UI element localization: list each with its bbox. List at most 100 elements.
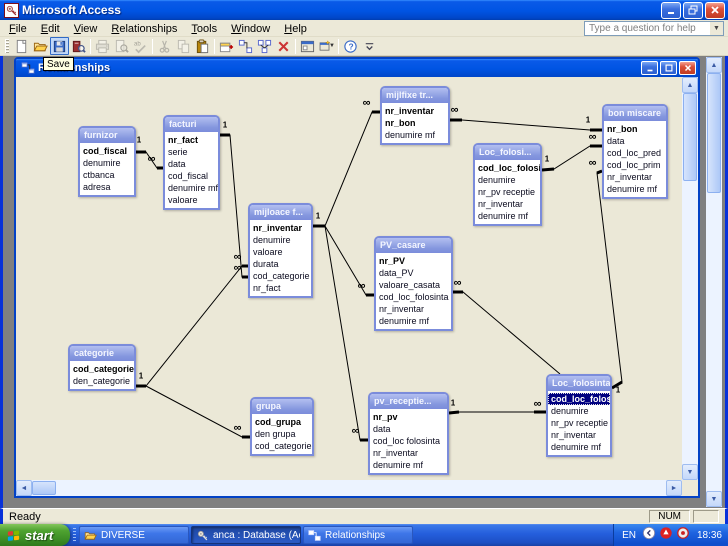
menu-file[interactable]: File	[2, 22, 34, 36]
field-bon_miscare-denumire_mf[interactable]: denumire mf	[604, 183, 666, 195]
table-mijlfixe_tr[interactable]: mijlfixe tr...nr_inventarnr_bondenumire …	[380, 86, 450, 145]
field-grupa-den_grupa[interactable]: den grupa	[252, 428, 312, 440]
relationship-mijloace_fixe-pv_receptie[interactable]	[325, 226, 368, 440]
field-mijlfixe_tr-nr_bon[interactable]: nr_bon	[382, 117, 448, 129]
file-search-button[interactable]	[69, 37, 88, 55]
field-facturi-data[interactable]: data	[165, 158, 218, 170]
field-mijloace_fixe-nr_inventar[interactable]: nr_inventar	[250, 222, 311, 234]
relationship-pv_receptie-loc_folosinta[interactable]	[449, 412, 546, 413]
relationship-mijloace_fixe-mijlfixe_tr[interactable]	[313, 112, 380, 226]
spelling-button[interactable]: ab	[131, 37, 150, 55]
table-loc_folosi_top[interactable]: Loc_folosi...cod_loc_folosintadenumirenr…	[473, 143, 542, 226]
field-pv_receptie-cod_loc_folosinta[interactable]: cod_loc folosinta	[370, 435, 447, 447]
child-minimize-button[interactable]	[641, 61, 658, 75]
field-furnizor-ctbanca[interactable]: ctbanca	[80, 169, 134, 181]
field-pv_receptie-nr_inventar[interactable]: nr_inventar	[370, 447, 447, 459]
field-categorie-cod_categorie[interactable]: cod_categorie	[70, 363, 134, 375]
relationship-categorie-mijloace_fixe[interactable]	[136, 266, 248, 386]
table-pv_casare[interactable]: PV_casarenr_PVdata_PVvaloare_casatacod_l…	[374, 236, 453, 331]
table-title-categorie[interactable]: categorie	[70, 346, 134, 361]
field-loc_folosinta-nr_inventar[interactable]: nr_inventar	[548, 429, 610, 441]
language-indicator[interactable]: EN	[622, 530, 636, 541]
field-loc_folosinta-nr_pv_receptie[interactable]: nr_pv receptie	[548, 417, 610, 429]
scroll-left-icon[interactable]: ◄	[16, 480, 32, 496]
field-mijlfixe_tr-denumire_mf[interactable]: denumire mf	[382, 129, 448, 141]
child-maximize-button[interactable]	[660, 61, 677, 75]
scroll-down-icon[interactable]: ▼	[706, 491, 722, 507]
child-horizontal-scrollbar[interactable]: ◄ ►	[16, 480, 682, 496]
menu-window[interactable]: Window	[224, 22, 277, 36]
help-question-box[interactable]: Type a question for help ▼	[584, 21, 724, 36]
paste-button[interactable]	[193, 37, 212, 55]
field-pv_casare-nr_PV[interactable]: nr_PV	[376, 255, 451, 267]
field-loc_folosi_top-denumire_mf[interactable]: denumire mf	[475, 210, 540, 222]
field-pv_receptie-nr_pv[interactable]: nr_pv	[370, 411, 447, 423]
table-grupa[interactable]: grupacod_grupaden grupacod_categorie	[250, 397, 314, 456]
all-relationships-button[interactable]	[255, 37, 274, 55]
tray-app-red-icon[interactable]	[659, 526, 673, 545]
field-facturi-denumire_mf[interactable]: denumire mf	[165, 182, 218, 194]
field-bon_miscare-data[interactable]: data	[604, 135, 666, 147]
relationship-pv_casare-loc_folosinta[interactable]	[453, 292, 560, 374]
field-mijloace_fixe-cod_categorie[interactable]: cod_categorie	[250, 270, 311, 282]
minimize-button[interactable]	[661, 2, 681, 19]
table-title-facturi[interactable]: facturi	[165, 117, 218, 132]
scroll-up-icon[interactable]: ▲	[706, 57, 722, 73]
start-button[interactable]: start	[0, 524, 70, 546]
relationships-canvas[interactable]: furnizorcod_fiscaldenumirectbancaadresaf…	[16, 77, 682, 480]
cut-button[interactable]	[155, 37, 174, 55]
new-button[interactable]	[12, 37, 31, 55]
table-title-pv_receptie[interactable]: pv_receptie...	[370, 394, 447, 409]
scroll-track[interactable]	[56, 480, 666, 496]
relationships-title-bar[interactable]: Relationships	[16, 59, 698, 77]
field-bon_miscare-cod_loc_prim[interactable]: cod_loc_prim	[604, 159, 666, 171]
field-furnizor-cod_fiscal[interactable]: cod_fiscal	[80, 145, 134, 157]
table-bon_miscare[interactable]: bon miscarenr_bondatacod_loc_predcod_loc…	[602, 104, 668, 199]
restore-button[interactable]	[683, 2, 703, 19]
field-categorie-den_categorie[interactable]: den_categorie	[70, 375, 134, 387]
field-mijlfixe_tr-nr_inventar[interactable]: nr_inventar	[382, 105, 448, 117]
taskbar-item-diverse[interactable]: DIVERSE	[79, 526, 189, 544]
field-mijloace_fixe-valoare[interactable]: valoare	[250, 246, 311, 258]
field-loc_folosi_top-cod_loc_folosinta[interactable]: cod_loc_folosinta	[475, 162, 540, 174]
field-facturi-valoare[interactable]: valoare	[165, 194, 218, 206]
field-bon_miscare-cod_loc_pred[interactable]: cod_loc_pred	[604, 147, 666, 159]
open-button[interactable]	[31, 37, 50, 55]
direct-relationships-button[interactable]	[236, 37, 255, 55]
field-facturi-cod_fiscal[interactable]: cod_fiscal	[165, 170, 218, 182]
field-mijloace_fixe-denumire[interactable]: denumire	[250, 234, 311, 246]
hide-icons-chevron-icon[interactable]	[642, 526, 656, 545]
table-loc_folosinta[interactable]: Loc_folosintacod_loc_folosintadenumirenr…	[546, 374, 612, 457]
field-pv_casare-cod_loc_folosinta[interactable]: cod_loc_folosinta	[376, 291, 451, 303]
mdi-vertical-scrollbar[interactable]: ▲ ▼	[706, 57, 722, 507]
field-furnizor-denumire[interactable]: denumire	[80, 157, 134, 169]
print-button[interactable]	[93, 37, 112, 55]
field-loc_folosinta-denumire_mf[interactable]: denumire mf	[548, 441, 610, 453]
field-pv_casare-data_PV[interactable]: data_PV	[376, 267, 451, 279]
relationship-loc_folosinta-bon_miscare[interactable]	[597, 171, 622, 388]
scroll-track[interactable]	[682, 181, 698, 464]
save-button[interactable]	[50, 37, 69, 55]
field-pv_casare-denumire_mf[interactable]: denumire mf	[376, 315, 451, 327]
field-pv_receptie-data[interactable]: data	[370, 423, 447, 435]
print-preview-button[interactable]	[112, 37, 131, 55]
menu-view[interactable]: View	[67, 22, 105, 36]
table-furnizor[interactable]: furnizorcod_fiscaldenumirectbancaadresa	[78, 126, 136, 197]
field-bon_miscare-nr_inventar[interactable]: nr_inventar	[604, 171, 666, 183]
table-title-grupa[interactable]: grupa	[252, 399, 312, 414]
field-facturi-serie[interactable]: serie	[165, 146, 218, 158]
relationship-mijloace_fixe-pv_casare[interactable]	[325, 226, 374, 295]
vertical-scroll-thumb[interactable]	[707, 73, 721, 193]
table-categorie[interactable]: categorie cod_categorieden_categorie	[68, 344, 136, 391]
table-title-loc_folosinta[interactable]: Loc_folosinta	[548, 376, 610, 391]
field-loc_folosi_top-nr_pv_receptie[interactable]: nr_pv receptie	[475, 186, 540, 198]
taskbar-item-relationships[interactable]: Relationships	[303, 526, 413, 544]
table-title-furnizor[interactable]: furnizor	[80, 128, 134, 143]
table-title-mijloace_fixe[interactable]: mijloace f...	[250, 205, 311, 220]
field-pv_casare-valoare_casata[interactable]: valoare_casata	[376, 279, 451, 291]
field-pv_casare-nr_inventar[interactable]: nr_inventar	[376, 303, 451, 315]
field-loc_folosi_top-denumire[interactable]: denumire	[475, 174, 540, 186]
menu-help[interactable]: Help	[277, 22, 314, 36]
tray-app-ring-icon[interactable]	[676, 526, 690, 545]
field-loc_folosi_top-nr_inventar[interactable]: nr_inventar	[475, 198, 540, 210]
